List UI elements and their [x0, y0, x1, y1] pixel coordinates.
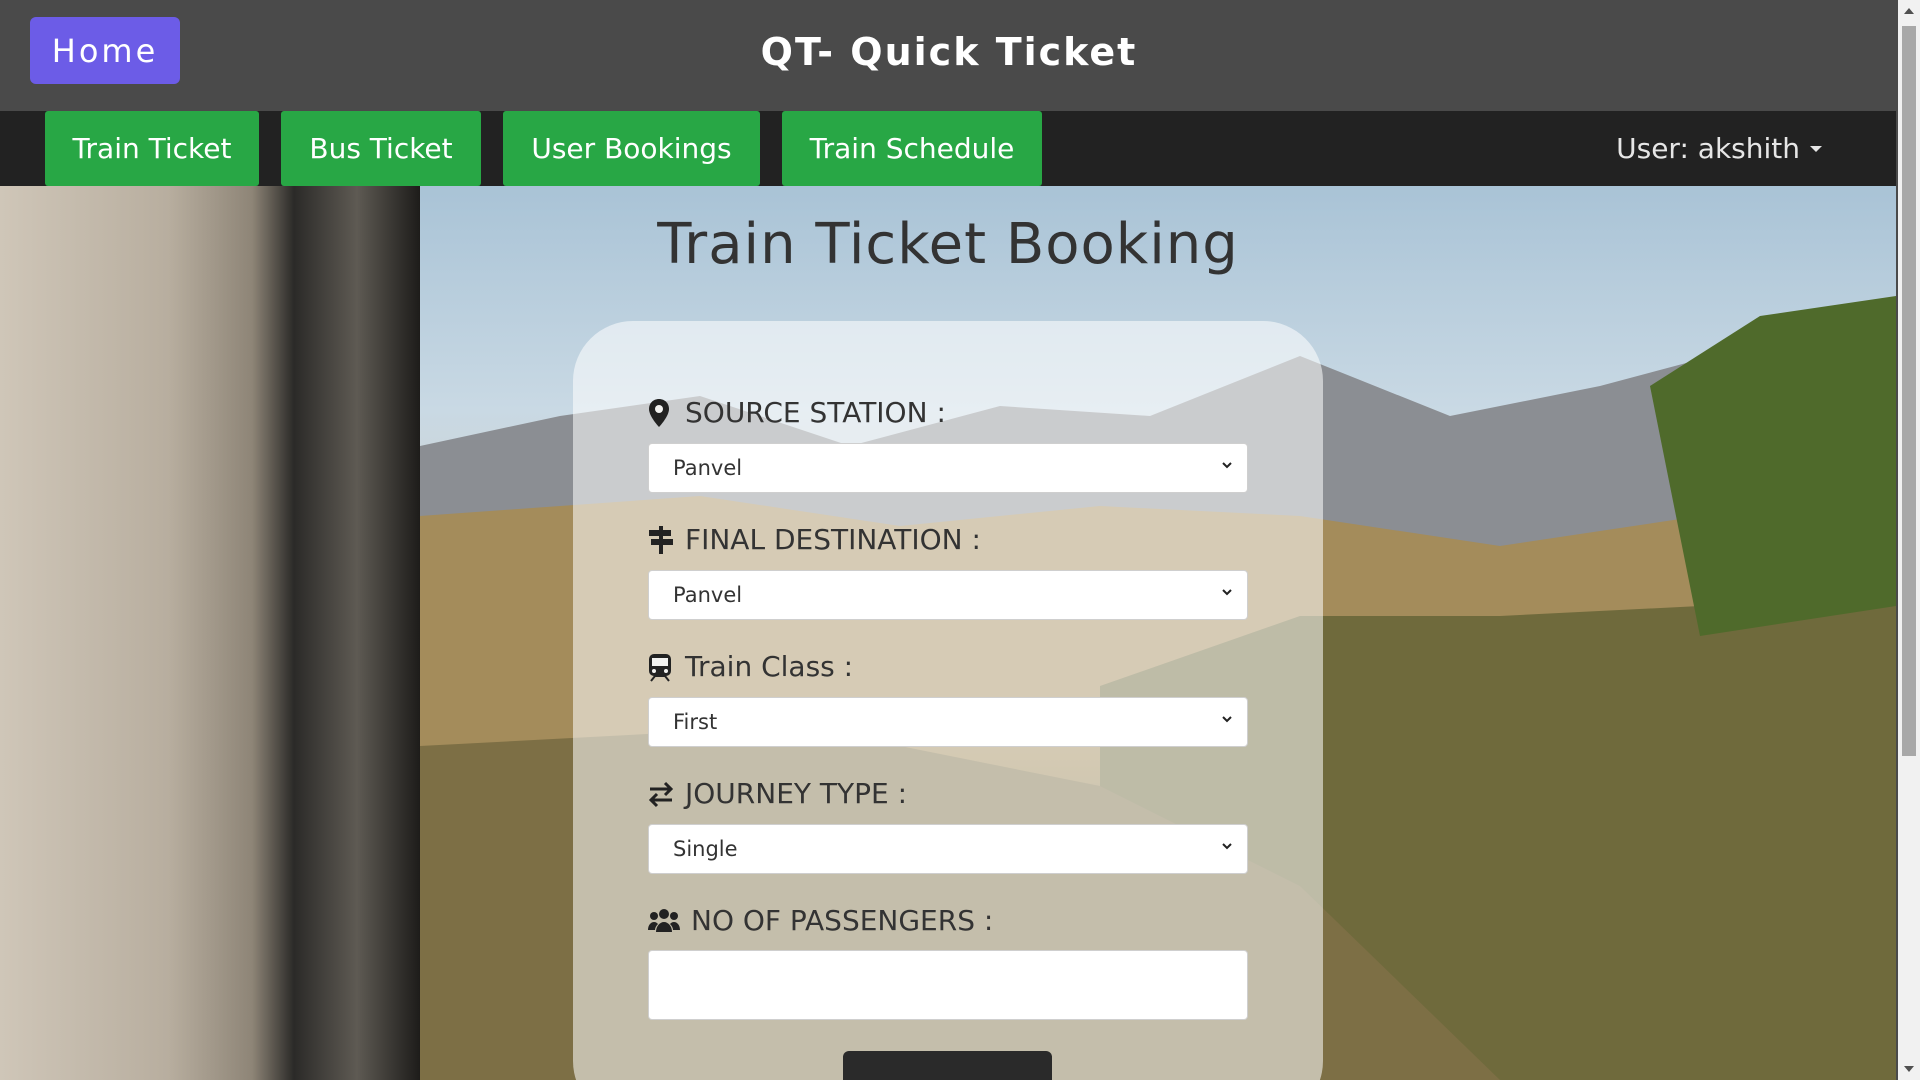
chevron-down-icon: [1222, 716, 1232, 723]
scroll-down-arrow-icon[interactable]: [1904, 1066, 1914, 1072]
map-marker-icon: [647, 398, 675, 428]
chevron-down-icon: [1222, 589, 1232, 596]
user-dropdown[interactable]: User: akshith: [1616, 111, 1822, 186]
nav-user-bookings-button[interactable]: User Bookings: [503, 111, 760, 186]
source-station-label-text: SOURCE STATION :: [685, 396, 946, 429]
final-destination-label: FINAL DESTINATION :: [647, 523, 981, 556]
passengers-label: NO OF PASSENGERS :: [647, 904, 993, 937]
train-class-value: First: [673, 710, 718, 734]
train-class-select[interactable]: First: [648, 697, 1248, 747]
nav-bus-ticket-button[interactable]: Bus Ticket: [281, 111, 481, 186]
users-icon: [647, 906, 681, 936]
source-station-label: SOURCE STATION :: [647, 396, 946, 429]
train-class-label-text: Train Class :: [685, 650, 854, 683]
navbar: Train Ticket Bus Ticket User Bookings Tr…: [0, 111, 1896, 186]
journey-type-label: JOURNEY TYPE :: [647, 777, 907, 810]
journey-type-value: Single: [673, 837, 738, 861]
page: Home QT- Quick Ticket Train Ticket Bus T…: [0, 0, 1920, 1080]
source-station-value: Panvel: [673, 456, 743, 480]
journey-type-select[interactable]: Single: [648, 824, 1248, 874]
final-destination-value: Panvel: [673, 583, 743, 607]
scroll-thumb[interactable]: [1902, 26, 1916, 756]
nav-train-ticket-button[interactable]: Train Ticket: [45, 111, 259, 186]
final-destination-label-text: FINAL DESTINATION :: [685, 523, 981, 556]
scroll-up-arrow-icon[interactable]: [1904, 8, 1914, 14]
passengers-input[interactable]: [648, 950, 1248, 1020]
submit-button[interactable]: [843, 1051, 1052, 1080]
page-title: Train Ticket Booking: [657, 212, 1239, 277]
chevron-down-icon: [1222, 843, 1232, 850]
top-header: Home QT- Quick Ticket: [0, 0, 1898, 111]
passengers-label-text: NO OF PASSENGERS :: [691, 904, 994, 937]
user-label: User: akshith: [1616, 132, 1800, 165]
nav-train-schedule-button[interactable]: Train Schedule: [782, 111, 1042, 186]
exchange-arrows-icon: [647, 779, 675, 809]
site-title: QT- Quick Ticket: [760, 30, 1138, 74]
train-class-label: Train Class :: [647, 650, 853, 683]
train-icon: [647, 652, 675, 682]
train-door-image: [0, 186, 420, 1080]
page-scrollbar[interactable]: [1898, 0, 1920, 1080]
final-destination-select[interactable]: Panvel: [648, 570, 1248, 620]
caret-down-icon: [1810, 145, 1822, 152]
chevron-down-icon: [1222, 462, 1232, 469]
signpost-icon: [647, 525, 675, 555]
source-station-select[interactable]: Panvel: [648, 443, 1248, 493]
journey-type-label-text: JOURNEY TYPE :: [685, 777, 908, 810]
